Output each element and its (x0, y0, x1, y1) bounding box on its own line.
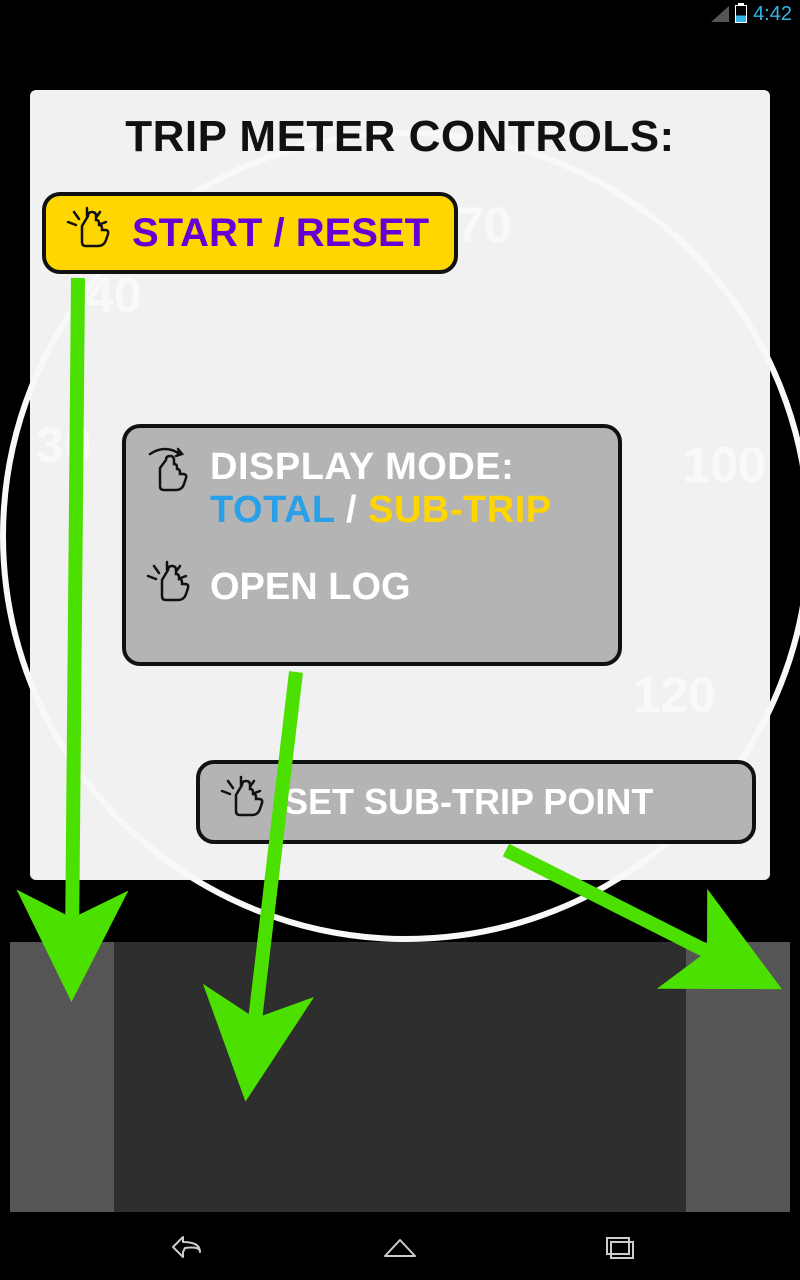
speedo-num: 30 (36, 416, 92, 474)
home-button[interactable] (365, 1227, 435, 1267)
set-subtrip-box[interactable]: SET SUB-TRIP POINT (196, 760, 756, 844)
recent-button[interactable] (583, 1227, 653, 1267)
controls-panel: 40 30 70 100 120 TRIP METER CONTROLS: ST… (30, 90, 770, 880)
display-mode-sub: SUB-TRIP (368, 489, 551, 531)
speedo-num: 40 (86, 266, 142, 324)
speedo-num: 70 (456, 196, 512, 254)
tap-icon (62, 206, 112, 260)
nav-bar (0, 1214, 800, 1280)
tap-icon (142, 560, 192, 614)
speedo-num: 120 (633, 666, 716, 724)
swipe-icon (142, 446, 192, 506)
display-mode-heading: DISPLAY MODE: (210, 446, 552, 489)
tap-icon (216, 775, 266, 829)
start-reset-label: START / RESET (132, 211, 429, 256)
set-subtrip-label: SET SUB-TRIP POINT (284, 781, 653, 823)
bottom-zone (10, 942, 790, 1212)
start-reset-button[interactable]: START / RESET (42, 192, 458, 274)
bottom-zone-left[interactable] (10, 942, 114, 1212)
signal-icon: 3G (711, 6, 729, 22)
back-button[interactable] (148, 1227, 218, 1267)
bottom-zone-right[interactable] (686, 942, 790, 1212)
speedo-num: 100 (683, 436, 766, 494)
open-log-label: OPEN LOG (210, 566, 411, 609)
panel-title: TRIP METER CONTROLS: (30, 112, 770, 162)
battery-icon (735, 5, 747, 23)
network-label: 3G (709, 0, 722, 3)
status-bar: 3G 4:42 (711, 0, 800, 28)
display-mode-total: TOTAL (210, 489, 335, 531)
display-mode-box[interactable]: DISPLAY MODE: TOTAL / SUB-TRIP (122, 424, 622, 666)
status-time: 4:42 (753, 3, 792, 26)
display-mode-sep: / (335, 489, 368, 531)
